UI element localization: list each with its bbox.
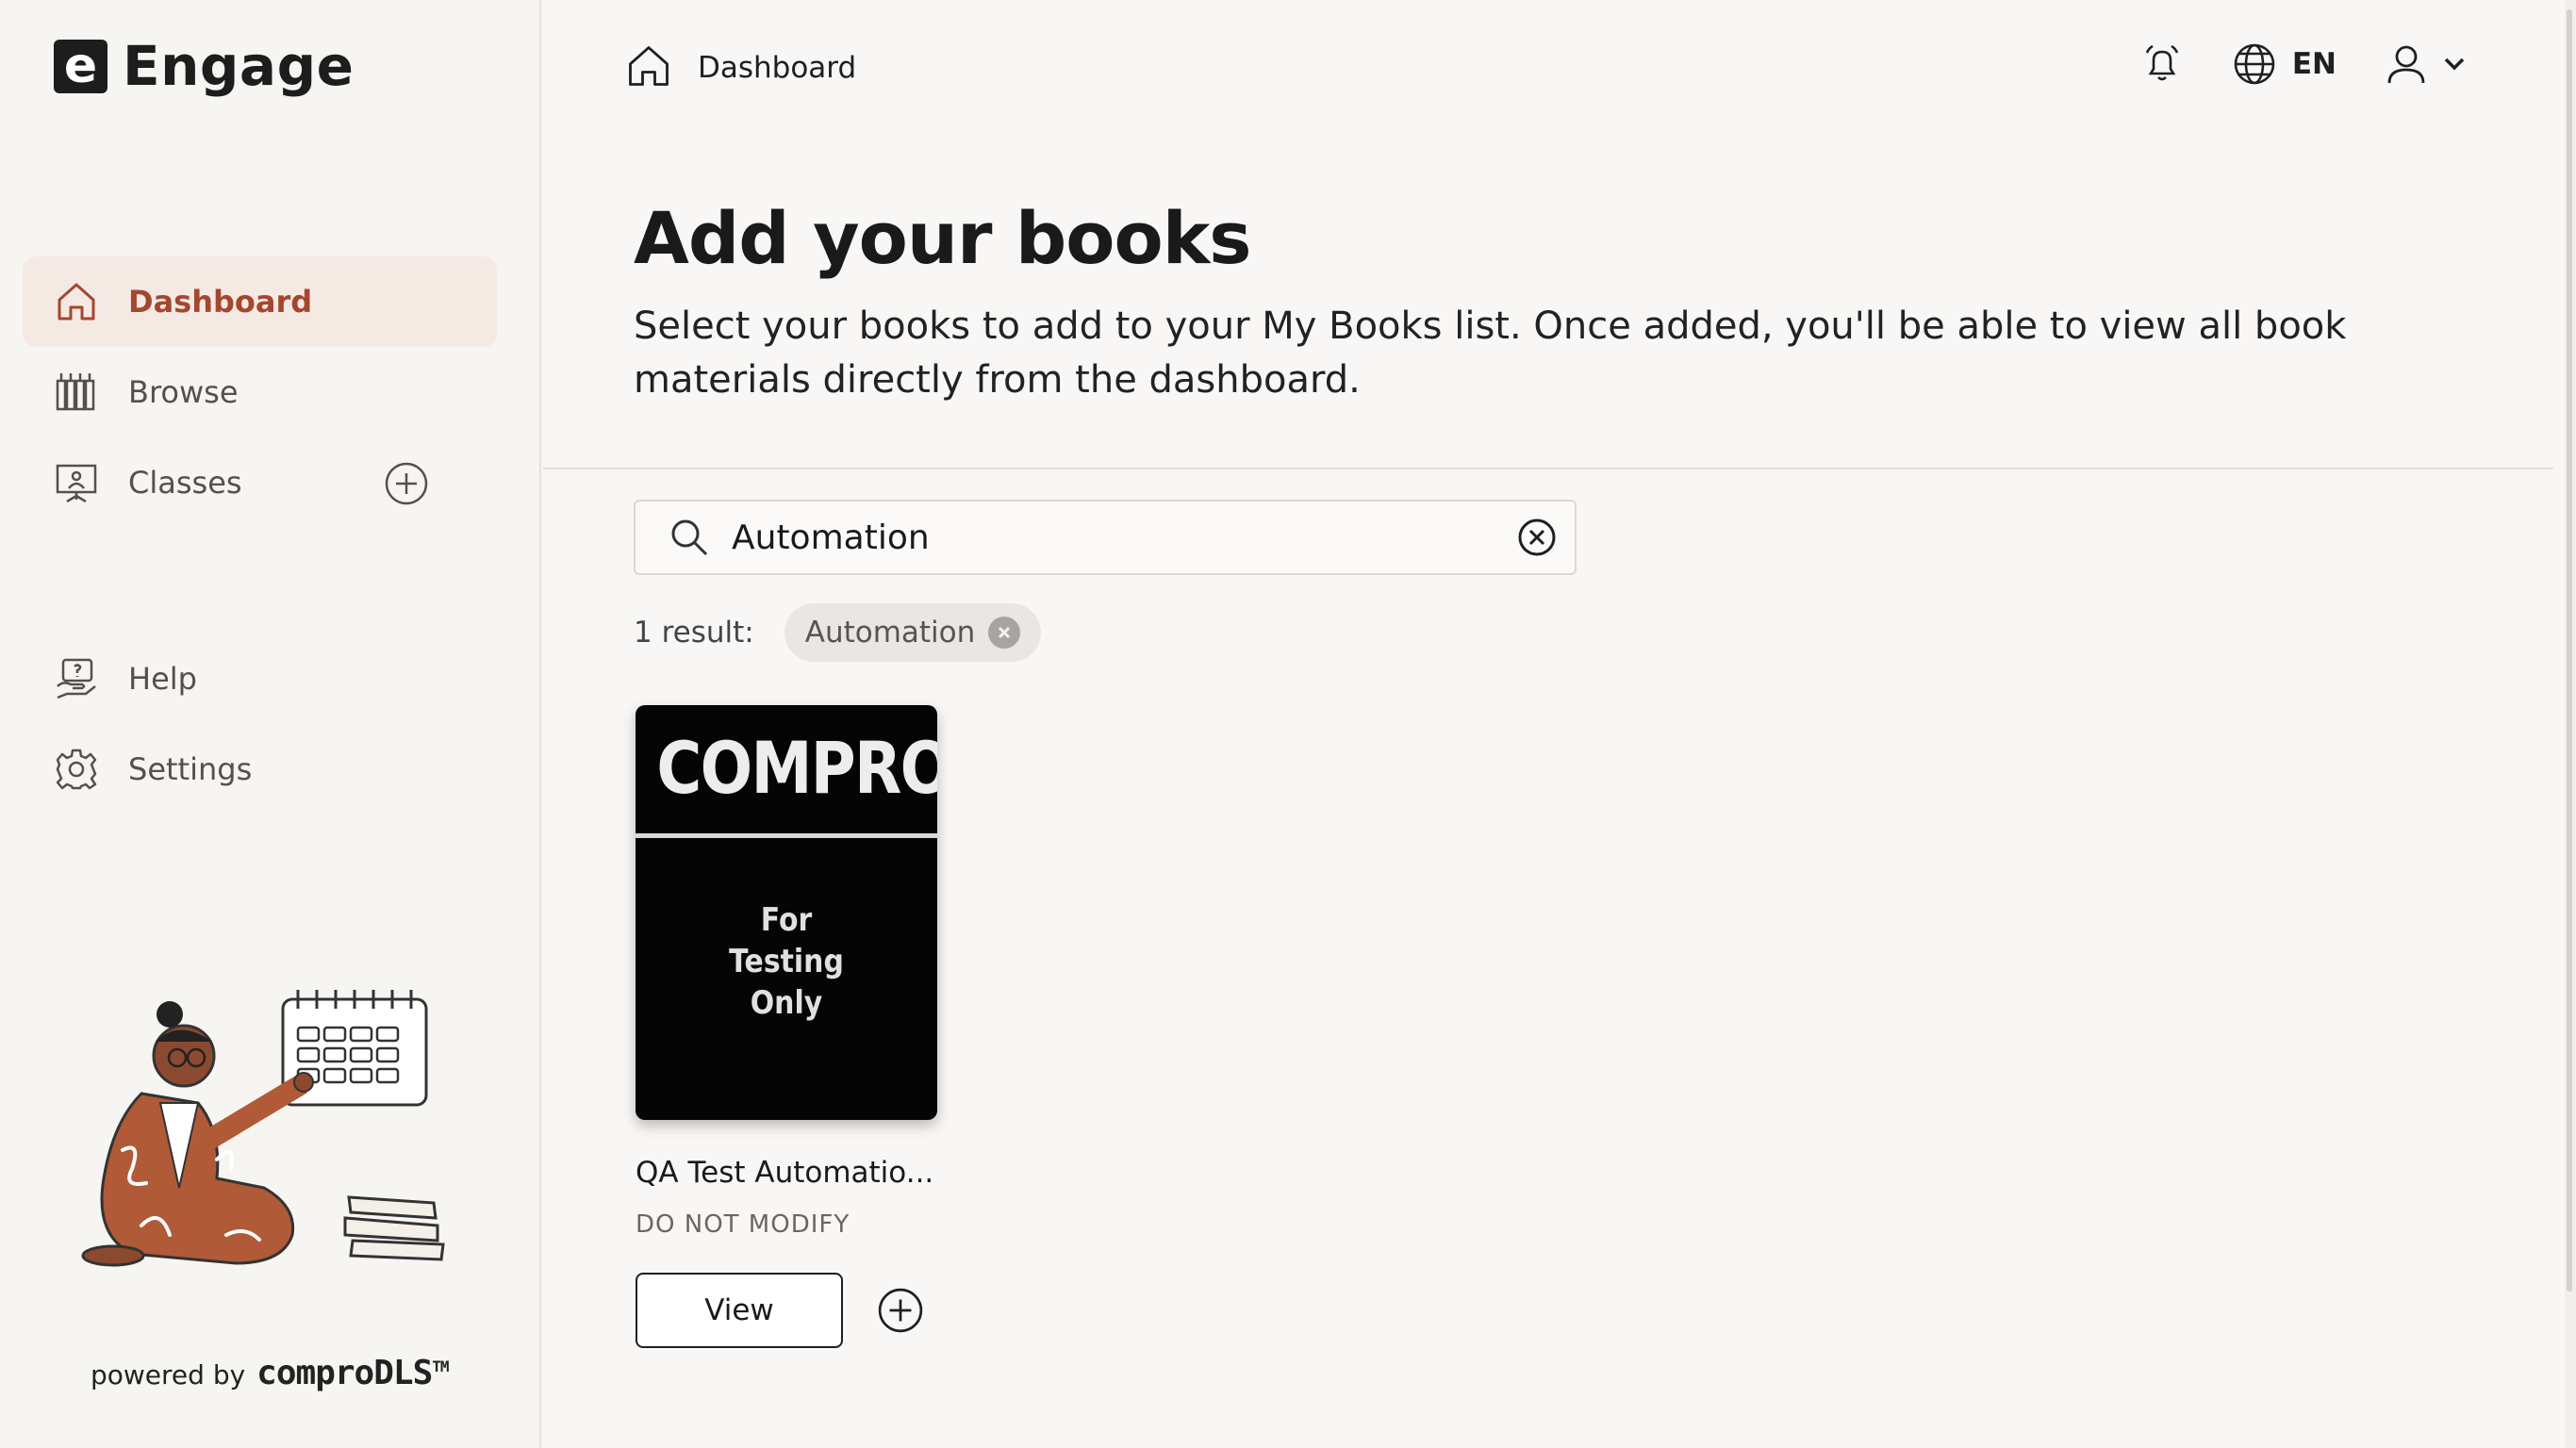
page-scrollbar[interactable]: [2565, 0, 2576, 1448]
book-actions: View: [636, 1273, 937, 1348]
cover-brand: COMPRO: [656, 726, 937, 810]
page-title: Add your books: [634, 196, 1251, 280]
powered-by: powered by comproDLSTM: [91, 1354, 450, 1392]
powered-by-brand: comproDLSTM: [256, 1354, 449, 1392]
book-subtitle: DO NOT MODIFY: [636, 1210, 850, 1239]
classroom-icon: [53, 459, 100, 506]
sidebar-item-label: Classes: [128, 465, 242, 501]
home-icon: [624, 41, 673, 94]
results-summary: 1 result: Automation: [634, 603, 1042, 662]
reading-person-illustration: [81, 990, 445, 1267]
book-card: COMPRO For Testing Only QA Test Automati…: [636, 705, 937, 1348]
language-code: EN: [2291, 47, 2337, 81]
app-name: Engage: [123, 34, 355, 98]
book-title: QA Test Automatio...: [636, 1156, 934, 1190]
section-divider: [543, 468, 2553, 469]
logo-mark: e: [54, 39, 107, 93]
search-box: [634, 500, 1577, 575]
book-cover[interactable]: COMPRO For Testing Only: [636, 705, 937, 1120]
search-input[interactable]: [730, 517, 1469, 558]
top-actions: EN: [2139, 41, 2469, 87]
breadcrumb[interactable]: Dashboard: [624, 41, 856, 94]
scrollbar-thumb[interactable]: [2567, 9, 2572, 1292]
plus-circle-icon: [878, 1288, 923, 1333]
globe-icon: [2234, 43, 2275, 85]
alarm-bell-icon: [2145, 44, 2179, 81]
sidebar-item-label: Dashboard: [128, 284, 313, 320]
sidebar-item-browse[interactable]: Browse: [23, 347, 497, 437]
user-menu-button[interactable]: [2386, 41, 2469, 87]
help-icon: [53, 655, 100, 702]
sidebar: e Engage Dashboard Browse Classes Help S…: [0, 0, 541, 1448]
gear-icon: [53, 746, 100, 793]
home-icon: [53, 278, 100, 325]
close-circle-icon: [1518, 518, 1556, 556]
filter-chip: Automation: [784, 603, 1042, 662]
plus-circle-icon: [385, 462, 428, 505]
sidebar-item-settings[interactable]: Settings: [23, 724, 497, 814]
remove-filter-button[interactable]: [988, 617, 1021, 649]
clear-search-button[interactable]: [1516, 517, 1558, 558]
close-icon: [999, 626, 1011, 639]
filter-chip-label: Automation: [804, 616, 976, 650]
breadcrumb-current: Dashboard: [698, 51, 857, 85]
cover-tagline: For Testing Only: [729, 901, 844, 1022]
sidebar-item-label: Settings: [128, 751, 253, 787]
search-icon: [669, 517, 711, 558]
chevron-down-icon: [2444, 58, 2465, 71]
page-description: Select your books to add to your My Book…: [634, 304, 2347, 402]
language-selector[interactable]: EN: [2232, 41, 2337, 87]
library-icon: [53, 369, 100, 416]
top-bar: Dashboard EN: [543, 0, 2576, 137]
powered-by-label: powered by: [91, 1359, 246, 1390]
app-logo[interactable]: e Engage: [54, 34, 354, 98]
sidebar-item-label: Browse: [128, 374, 239, 410]
notifications-button[interactable]: [2139, 41, 2185, 87]
add-class-button[interactable]: [383, 460, 430, 507]
sidebar-item-help[interactable]: Help: [23, 634, 497, 724]
add-book-button[interactable]: [877, 1287, 924, 1334]
cover-rule: [636, 833, 937, 838]
sidebar-item-label: Help: [128, 661, 197, 697]
sidebar-item-dashboard[interactable]: Dashboard: [23, 256, 497, 347]
result-count: 1 result:: [634, 616, 754, 650]
user-icon: [2387, 45, 2425, 84]
view-book-button[interactable]: View: [636, 1273, 843, 1348]
